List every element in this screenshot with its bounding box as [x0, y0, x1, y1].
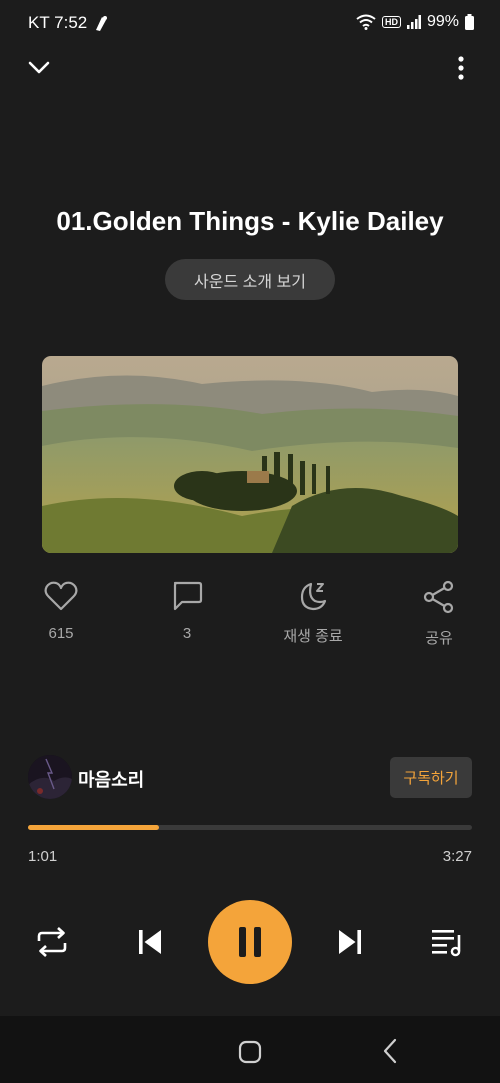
status-bar: KT 7:52 HD 99%	[0, 0, 500, 48]
total-time: 3:27	[442, 848, 472, 865]
subscribe-button[interactable]: 구독하기	[390, 757, 472, 798]
home-button[interactable]	[236, 1038, 264, 1066]
pause-icon	[239, 927, 261, 957]
battery-percent: 99%	[426, 13, 459, 30]
pause-button[interactable]	[208, 900, 292, 984]
progress-fill	[28, 825, 159, 830]
track-title: 01.Golden Things - Kylie Dailey	[56, 206, 444, 236]
comment-icon	[173, 581, 203, 611]
playlist-button[interactable]	[428, 924, 468, 960]
signal-icon	[406, 15, 421, 29]
next-button[interactable]	[333, 926, 367, 958]
share-label: 공유	[425, 630, 453, 647]
like-button[interactable]: 615	[6, 580, 116, 642]
carrier-time: KT 7:52	[28, 13, 88, 32]
playlist-icon	[432, 930, 461, 957]
actions-row: 615 3 재생 종료 공유	[0, 580, 500, 650]
channel-avatar[interactable]	[28, 755, 72, 799]
like-count: 615	[48, 625, 74, 642]
comment-count: 3	[182, 625, 192, 642]
system-nav-bar	[0, 1016, 500, 1083]
sleep-timer-label: 재생 종료	[283, 628, 343, 645]
repeat-icon	[37, 927, 67, 957]
repeat-button[interactable]	[33, 924, 71, 960]
share-button[interactable]: 공유	[384, 580, 494, 648]
collapse-button[interactable]	[26, 55, 52, 81]
back-icon	[383, 1038, 397, 1064]
chevron-down-icon	[28, 61, 50, 74]
more-vertical-icon	[458, 56, 464, 80]
channel-row: 마음소리 구독하기	[28, 755, 472, 801]
progress-bar[interactable]	[28, 825, 472, 830]
playback-controls	[0, 900, 500, 984]
more-options-button[interactable]	[448, 54, 474, 82]
sound-intro-button[interactable]: 사운드 소개 보기	[165, 259, 335, 300]
battery-icon	[465, 14, 474, 30]
sleep-timer-icon	[300, 582, 327, 611]
hd-badge: HD	[381, 16, 401, 28]
wifi-icon	[356, 14, 376, 30]
skip-previous-icon	[139, 930, 161, 954]
skip-next-icon	[339, 930, 361, 954]
album-art	[42, 356, 458, 553]
sleep-timer-button[interactable]: 재생 종료	[258, 580, 368, 646]
current-time: 1:01	[28, 848, 58, 865]
comment-button[interactable]: 3	[132, 580, 242, 642]
back-button[interactable]	[376, 1036, 404, 1066]
channel-name[interactable]: 마음소리	[78, 766, 144, 792]
notification-icon	[96, 16, 108, 31]
heart-icon	[44, 581, 78, 611]
previous-button[interactable]	[133, 926, 167, 958]
home-icon	[238, 1040, 262, 1064]
share-icon	[423, 580, 454, 614]
